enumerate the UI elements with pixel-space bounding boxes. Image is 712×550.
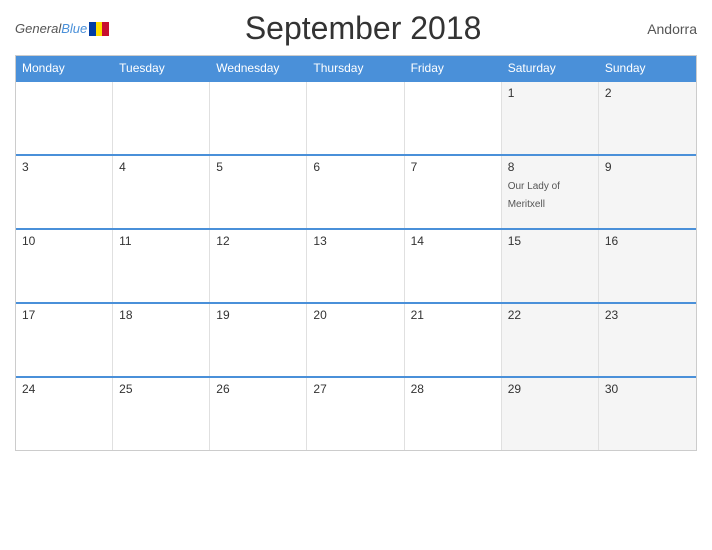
day-number: 8 bbox=[508, 160, 592, 174]
cal-cell-w1d3: 6 bbox=[307, 156, 404, 228]
calendar-body: 12345678Our Lady of Meritxell91011121314… bbox=[16, 80, 696, 450]
calendar-header: MondayTuesdayWednesdayThursdayFridaySatu… bbox=[16, 56, 696, 80]
day-number: 3 bbox=[22, 160, 106, 174]
day-number: 5 bbox=[216, 160, 300, 174]
cal-cell-w3d3: 20 bbox=[307, 304, 404, 376]
day-number: 11 bbox=[119, 234, 203, 248]
cal-cell-w2d2: 12 bbox=[210, 230, 307, 302]
cal-cell-w1d4: 7 bbox=[405, 156, 502, 228]
day-number: 25 bbox=[119, 382, 203, 396]
cal-cell-w0d3 bbox=[307, 82, 404, 154]
cal-cell-w0d2 bbox=[210, 82, 307, 154]
cal-cell-w0d0 bbox=[16, 82, 113, 154]
calendar-week-4: 17 18 19 20 21 22 23 bbox=[16, 302, 696, 376]
cal-cell-w4d4: 28 bbox=[405, 378, 502, 450]
cal-cell-w1d1: 4 bbox=[113, 156, 210, 228]
cal-cell-w1d0: 3 bbox=[16, 156, 113, 228]
header-day-monday: Monday bbox=[16, 56, 113, 80]
logo-blue-text: Blue bbox=[61, 21, 87, 36]
logo-flag-icon bbox=[89, 22, 109, 36]
cal-cell-w2d1: 11 bbox=[113, 230, 210, 302]
day-number: 6 bbox=[313, 160, 397, 174]
day-number: 19 bbox=[216, 308, 300, 322]
day-number: 29 bbox=[508, 382, 592, 396]
calendar-week-1: 12 bbox=[16, 80, 696, 154]
calendar-title: September 2018 bbox=[109, 10, 617, 47]
day-number: 7 bbox=[411, 160, 495, 174]
calendar-week-5: 24 25 26 27 28 29 30 bbox=[16, 376, 696, 450]
calendar-week-3: 10 11 12 13 14 15 16 bbox=[16, 228, 696, 302]
cal-cell-w0d5: 1 bbox=[502, 82, 599, 154]
cal-cell-w4d6: 30 bbox=[599, 378, 696, 450]
day-number: 10 bbox=[22, 234, 106, 248]
country-name: Andorra bbox=[617, 21, 697, 37]
day-number: 24 bbox=[22, 382, 106, 396]
logo-general-text: General bbox=[15, 21, 61, 36]
cal-cell-w0d6: 2 bbox=[599, 82, 696, 154]
day-number: 15 bbox=[508, 234, 592, 248]
cal-cell-w1d5: 8 Our Lady of Meritxell bbox=[502, 156, 599, 228]
day-number: 2 bbox=[605, 86, 690, 100]
cal-cell-w2d3: 13 bbox=[307, 230, 404, 302]
day-number: 13 bbox=[313, 234, 397, 248]
header-day-thursday: Thursday bbox=[307, 56, 404, 80]
day-number: 9 bbox=[605, 160, 690, 174]
cal-cell-w2d4: 14 bbox=[405, 230, 502, 302]
header-day-wednesday: Wednesday bbox=[210, 56, 307, 80]
day-number: 20 bbox=[313, 308, 397, 322]
header-day-friday: Friday bbox=[405, 56, 502, 80]
cal-cell-w0d4 bbox=[405, 82, 502, 154]
day-number: 21 bbox=[411, 308, 495, 322]
cal-cell-w3d1: 18 bbox=[113, 304, 210, 376]
header-day-sunday: Sunday bbox=[599, 56, 696, 80]
cal-cell-w3d6: 23 bbox=[599, 304, 696, 376]
day-number: 17 bbox=[22, 308, 106, 322]
day-number: 22 bbox=[508, 308, 592, 322]
day-event: Our Lady of Meritxell bbox=[508, 181, 560, 210]
cal-cell-w2d0: 10 bbox=[16, 230, 113, 302]
day-number: 18 bbox=[119, 308, 203, 322]
logo: General Blue bbox=[15, 21, 109, 36]
cal-cell-w1d2: 5 bbox=[210, 156, 307, 228]
header-day-tuesday: Tuesday bbox=[113, 56, 210, 80]
day-number: 4 bbox=[119, 160, 203, 174]
cal-cell-w2d5: 15 bbox=[502, 230, 599, 302]
header-day-saturday: Saturday bbox=[502, 56, 599, 80]
day-number: 1 bbox=[508, 86, 592, 100]
day-number: 14 bbox=[411, 234, 495, 248]
header: General Blue September 2018 Andorra bbox=[15, 10, 697, 47]
day-number: 16 bbox=[605, 234, 690, 248]
day-number: 12 bbox=[216, 234, 300, 248]
cal-cell-w1d6: 9 bbox=[599, 156, 696, 228]
day-number: 26 bbox=[216, 382, 300, 396]
cal-cell-w3d0: 17 bbox=[16, 304, 113, 376]
cal-cell-w2d6: 16 bbox=[599, 230, 696, 302]
cal-cell-w4d0: 24 bbox=[16, 378, 113, 450]
day-number: 23 bbox=[605, 308, 690, 322]
cal-cell-w4d1: 25 bbox=[113, 378, 210, 450]
cal-cell-w0d1 bbox=[113, 82, 210, 154]
calendar-week-2: 345678 Our Lady of Meritxell 9 bbox=[16, 154, 696, 228]
day-number: 27 bbox=[313, 382, 397, 396]
cal-cell-w3d5: 22 bbox=[502, 304, 599, 376]
page: General Blue September 2018 Andorra Mond… bbox=[0, 0, 712, 550]
cal-cell-w4d5: 29 bbox=[502, 378, 599, 450]
cal-cell-w3d2: 19 bbox=[210, 304, 307, 376]
day-number: 28 bbox=[411, 382, 495, 396]
cal-cell-w4d2: 26 bbox=[210, 378, 307, 450]
cal-cell-w3d4: 21 bbox=[405, 304, 502, 376]
cal-cell-w4d3: 27 bbox=[307, 378, 404, 450]
day-number: 30 bbox=[605, 382, 690, 396]
calendar: MondayTuesdayWednesdayThursdayFridaySatu… bbox=[15, 55, 697, 451]
